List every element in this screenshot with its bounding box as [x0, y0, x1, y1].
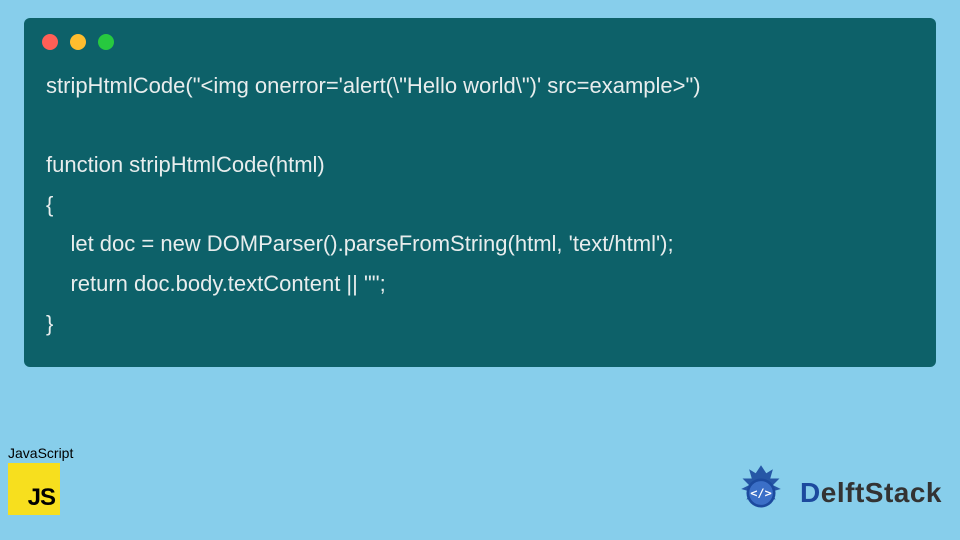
maximize-icon[interactable] — [98, 34, 114, 50]
delftstack-logo-icon: </> — [728, 460, 794, 526]
code-line: function stripHtmlCode(html) — [46, 152, 325, 177]
close-icon[interactable] — [42, 34, 58, 50]
javascript-logo-text: JS — [28, 484, 55, 512]
svg-text:</>: </> — [750, 486, 771, 500]
delftstack-badge: </> DelftStack — [728, 460, 942, 526]
code-line: } — [46, 311, 53, 336]
javascript-badge: JavaScript JS — [8, 445, 88, 515]
code-window: stripHtmlCode("<img onerror='alert(\"Hel… — [24, 18, 936, 367]
javascript-label: JavaScript — [8, 445, 88, 461]
delftstack-text-rest: elftStack — [821, 477, 942, 508]
code-line: let doc = new DOMParser().parseFromStrin… — [46, 231, 674, 256]
delftstack-text-first: D — [800, 477, 821, 508]
code-line: { — [46, 192, 53, 217]
code-line: stripHtmlCode("<img onerror='alert(\"Hel… — [46, 73, 701, 98]
window-titlebar — [24, 18, 936, 60]
code-body: stripHtmlCode("<img onerror='alert(\"Hel… — [24, 60, 936, 353]
javascript-logo-icon: JS — [8, 463, 60, 515]
minimize-icon[interactable] — [70, 34, 86, 50]
delftstack-text: DelftStack — [800, 477, 942, 509]
code-line: return doc.body.textContent || ""; — [46, 271, 386, 296]
